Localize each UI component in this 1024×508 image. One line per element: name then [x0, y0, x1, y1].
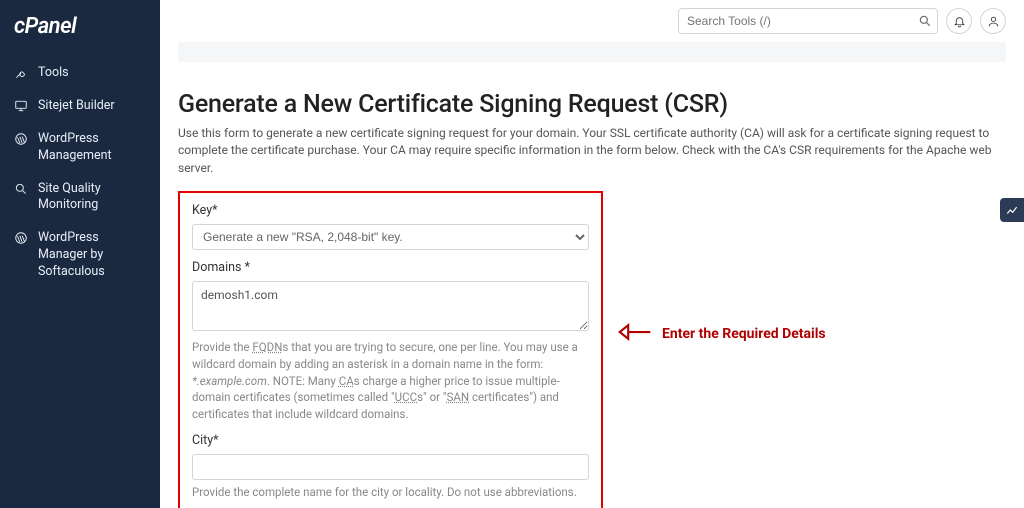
domains-textarea[interactable] — [192, 281, 589, 331]
sidebar-item-quality[interactable]: Site Quality Monitoring — [0, 173, 160, 223]
sidebar-item-wp-mgmt[interactable]: WordPress Management — [0, 123, 160, 173]
brand-logo: cPanel — [0, 0, 160, 53]
key-select[interactable]: Generate a new "RSA, 2,048-bit" key. — [192, 224, 589, 250]
field-key: Key* Generate a new "RSA, 2,048-bit" key… — [192, 203, 589, 250]
annotation-text: Enter the Required Details — [662, 326, 826, 342]
arrow-left-icon — [618, 320, 652, 348]
sidebar-item-label: Tools — [38, 65, 148, 82]
sidebar-item-label: WordPress Management — [38, 131, 148, 165]
user-button[interactable] — [980, 8, 1006, 34]
sidebar-item-label: Sitejet Builder — [38, 98, 148, 115]
annotation: Enter the Required Details — [618, 320, 826, 348]
domains-label: Domains * — [192, 260, 589, 275]
breadcrumb — [178, 42, 1006, 62]
sidebar-item-label: Site Quality Monitoring — [38, 181, 148, 215]
topbar — [160, 0, 1024, 42]
user-icon — [987, 15, 1000, 28]
monitor-icon — [12, 99, 30, 113]
search-wrap — [678, 8, 938, 34]
magnifier-icon — [12, 182, 30, 196]
notifications-button[interactable] — [946, 8, 972, 34]
search-icon — [918, 13, 932, 32]
sidebar-item-softaculous[interactable]: WordPress Manager by Softaculous — [0, 222, 160, 289]
field-city: City* Provide the complete name for the … — [192, 433, 589, 501]
feedback-tab[interactable] — [1000, 198, 1024, 222]
sidebar-item-tools[interactable]: Tools — [0, 57, 160, 90]
form-highlight-box: Key* Generate a new "RSA, 2,048-bit" key… — [178, 191, 603, 508]
bell-icon — [953, 15, 966, 28]
wrench-icon — [12, 66, 30, 80]
chart-icon — [1005, 203, 1019, 217]
sidebar-item-sitejet[interactable]: Sitejet Builder — [0, 90, 160, 123]
sidebar-item-label: WordPress Manager by Softaculous — [38, 230, 148, 281]
city-input[interactable] — [192, 454, 589, 480]
sidebar: cPanel Tools Sitejet Builder WordPress M… — [0, 0, 160, 508]
city-help: Provide the complete name for the city o… — [192, 484, 589, 501]
search-input[interactable] — [678, 8, 938, 34]
main-content: Generate a New Certificate Signing Reque… — [160, 42, 1024, 508]
wordpress-icon — [12, 132, 30, 146]
domains-help: Provide the FQDNs that you are trying to… — [192, 339, 589, 422]
field-domains: Domains * Provide the FQDNs that you are… — [192, 260, 589, 422]
sidebar-nav: Tools Sitejet Builder WordPress Manageme… — [0, 53, 160, 293]
page-title: Generate a New Certificate Signing Reque… — [178, 90, 1006, 119]
key-label: Key* — [192, 203, 589, 218]
city-label: City* — [192, 433, 589, 448]
page-description: Use this form to generate a new certific… — [178, 125, 1006, 177]
wordpress-icon — [12, 231, 30, 245]
